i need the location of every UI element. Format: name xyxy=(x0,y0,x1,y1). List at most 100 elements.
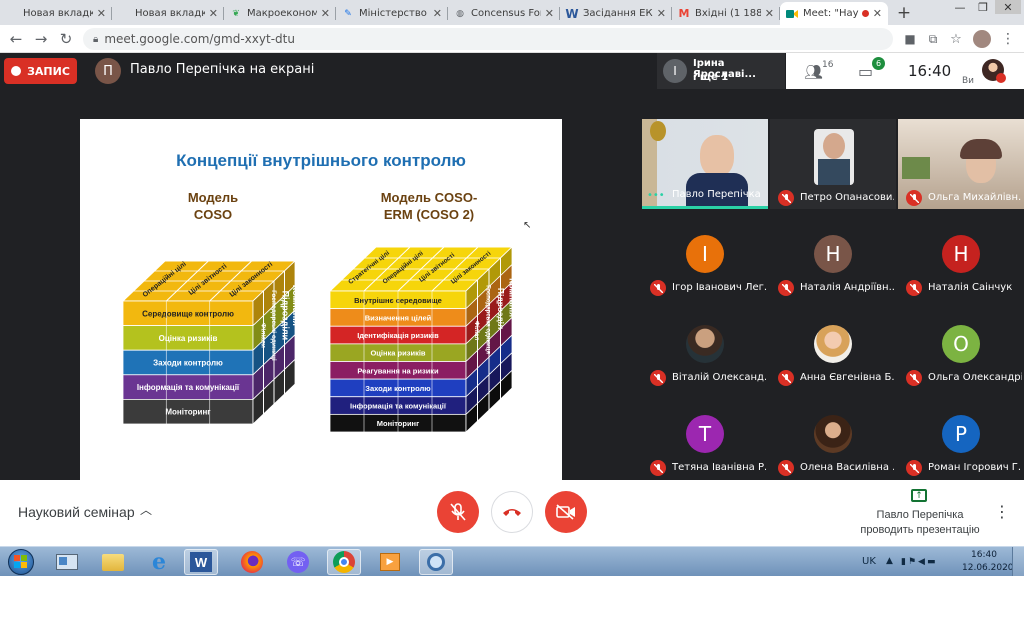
other-presenters[interactable]: І Ірина Ярославі... і ще 1 xyxy=(657,53,785,89)
avatar: І xyxy=(663,59,687,83)
cube-side-label: Господарська одиниця xyxy=(484,285,490,354)
mouse-cursor-icon: ↖ xyxy=(523,220,532,231)
close-tab-icon[interactable]: ✕ xyxy=(97,7,106,20)
cube-row-label: Інформація та комунікації xyxy=(137,383,240,392)
person-hair xyxy=(960,139,1002,159)
profile-avatar[interactable] xyxy=(973,30,991,48)
presenting-status: Павло Перепічка на екрані xyxy=(130,62,315,77)
close-window-icon[interactable]: ✕ xyxy=(995,0,1021,14)
more-options-icon[interactable]: ⋮ xyxy=(994,502,1010,521)
participant-tile[interactable]: І Ігор Іванович Лег... xyxy=(642,209,768,299)
participant-tile[interactable]: Ольга Михайлівн... xyxy=(898,119,1024,209)
browser-tab-strip: Новая вкладка✕ Новая вкладка✕ ❦Макроекон… xyxy=(0,0,1024,25)
presenting-notice[interactable]: Павло Перепічка проводить презентацію xyxy=(840,508,1000,538)
clock-time: 16:40 xyxy=(908,62,952,80)
media-player-icon[interactable]: ▶ xyxy=(373,549,407,575)
close-tab-icon[interactable]: ✕ xyxy=(209,7,218,20)
participant-tile[interactable]: Н Наталія Андріївн... xyxy=(770,209,896,299)
language-indicator[interactable]: UK xyxy=(862,556,876,567)
self-label: Ви xyxy=(962,76,975,86)
recording-badge[interactable]: ЗАПИС xyxy=(4,58,77,84)
file-explorer-icon[interactable] xyxy=(96,549,130,575)
url-field[interactable]: 🔒︎ meet.google.com/gmd-xxyt-dtu xyxy=(83,28,893,50)
cube-side-label: Компанія xyxy=(507,278,517,317)
tab[interactable]: W Засідання ЕК - ✕ xyxy=(560,2,672,25)
mic-off-icon xyxy=(650,280,666,296)
tab[interactable]: ✎ Міністерство р ✕ xyxy=(336,2,448,25)
close-tab-icon[interactable]: ✕ xyxy=(873,7,882,20)
address-bar-row: ← → ↻ 🔒︎ meet.google.com/gmd-xxyt-dtu ■ ⧉… xyxy=(0,25,1024,53)
feather-icon: ✎ xyxy=(344,8,352,19)
participant-tile[interactable]: Т Тетяна Іванівна Р... xyxy=(642,389,768,479)
chrome-icon[interactable] xyxy=(327,549,361,575)
present-screen-icon[interactable]: ↑ xyxy=(911,489,927,502)
mic-off-icon xyxy=(650,460,666,476)
participant-tile[interactable]: Р Роман Ігорович Г... xyxy=(898,389,1024,479)
hang-up-button[interactable] xyxy=(491,491,533,533)
close-tab-icon[interactable]: ✕ xyxy=(765,7,774,20)
mic-off-icon xyxy=(778,460,794,476)
chat-icon[interactable]: ▭ xyxy=(858,62,873,81)
avatar: І xyxy=(686,235,724,273)
forward-icon[interactable]: → xyxy=(31,29,51,49)
participant-tile[interactable]: О Ольга Олександрі... xyxy=(898,299,1024,389)
participant-tile[interactable]: Олена Василівна ... xyxy=(770,389,896,479)
chevron-up-icon[interactable]: ︿ xyxy=(140,501,152,518)
search-tool-icon[interactable] xyxy=(419,549,453,575)
page-icon xyxy=(118,8,130,20)
participant-tile[interactable]: Петро Опанасови... xyxy=(770,119,896,209)
participant-tile[interactable]: Віталій Олександ... xyxy=(642,299,768,389)
tab[interactable]: MВхідні (1 188) -✕ xyxy=(672,2,780,25)
network-icon: ▮ xyxy=(901,557,908,567)
start-orb-icon[interactable] xyxy=(4,549,38,575)
menu-dots-icon[interactable]: ⋮ xyxy=(998,29,1018,49)
people-icon[interactable]: 👥︎ xyxy=(804,63,823,81)
mic-off-icon xyxy=(906,190,922,206)
person-face xyxy=(700,135,734,177)
restore-icon[interactable]: ❐ xyxy=(970,0,996,14)
record-dot-icon xyxy=(11,66,22,76)
app-window-icon[interactable] xyxy=(50,549,84,575)
avatar-photo xyxy=(814,325,852,363)
avatar-photo xyxy=(686,325,724,363)
back-icon[interactable]: ← xyxy=(6,29,26,49)
close-tab-icon[interactable]: ✕ xyxy=(433,7,442,20)
camera-icon[interactable]: ■ xyxy=(900,29,920,49)
reload-icon[interactable]: ↻ xyxy=(56,29,76,49)
close-tab-icon[interactable]: ✕ xyxy=(321,7,330,20)
tab[interactable]: Новая вкладка✕ xyxy=(0,2,112,25)
tray-icons[interactable]: ▮⚑◀▬ xyxy=(901,557,937,567)
meeting-title[interactable]: Науковий семінар xyxy=(18,504,135,520)
meet-icon xyxy=(786,8,798,20)
phone-hangup-icon xyxy=(503,509,521,516)
tab[interactable]: ❦ Макроекономі ✕ xyxy=(224,2,336,25)
viber-icon[interactable]: ☏ xyxy=(281,549,315,575)
camera-toggle-button[interactable] xyxy=(545,491,587,533)
close-tab-icon[interactable]: ✕ xyxy=(657,7,666,20)
cube-row-label: Середовище контролю xyxy=(142,309,234,318)
translate-icon[interactable]: ⧉ xyxy=(923,29,943,49)
cube-row-label: Оцінка ризиків xyxy=(159,334,218,343)
show-desktop-button[interactable] xyxy=(1012,547,1024,576)
mic-toggle-button[interactable] xyxy=(437,491,479,533)
bookmark-star-icon[interactable]: ☆ xyxy=(946,29,966,49)
tab[interactable]: ◍Concensus Fore✕ xyxy=(448,2,560,25)
tab[interactable]: Новая вкладка✕ xyxy=(112,2,224,25)
participant-tile[interactable]: Анна Євгенівна Б... xyxy=(770,299,896,389)
tray-arrow-icon[interactable]: ▲ xyxy=(886,556,893,566)
avatar: О xyxy=(942,325,980,363)
internet-explorer-icon[interactable]: e xyxy=(142,549,176,575)
meet-toolbar: 👥︎ 16 ▭ 6 16:40 Ви xyxy=(786,53,1024,89)
camera-off-icon xyxy=(556,504,575,520)
globe-icon: ◍ xyxy=(456,8,464,19)
new-tab-button[interactable]: + xyxy=(894,3,914,23)
system-clock[interactable]: 16:40 12.06.2020 xyxy=(962,549,1014,575)
word-icon[interactable]: W xyxy=(184,549,218,575)
firefox-icon[interactable] xyxy=(235,549,269,575)
participant-tile[interactable]: ••• Павло Перепічка xyxy=(642,119,768,209)
close-tab-icon[interactable]: ✕ xyxy=(545,7,554,20)
person-face xyxy=(823,133,845,159)
cube-row-label: Заходи контролю xyxy=(153,359,223,368)
participant-tile[interactable]: Н Наталія Саінчук xyxy=(898,209,1024,299)
tab-active[interactable]: Meet: "Нау ✕ xyxy=(780,2,888,25)
